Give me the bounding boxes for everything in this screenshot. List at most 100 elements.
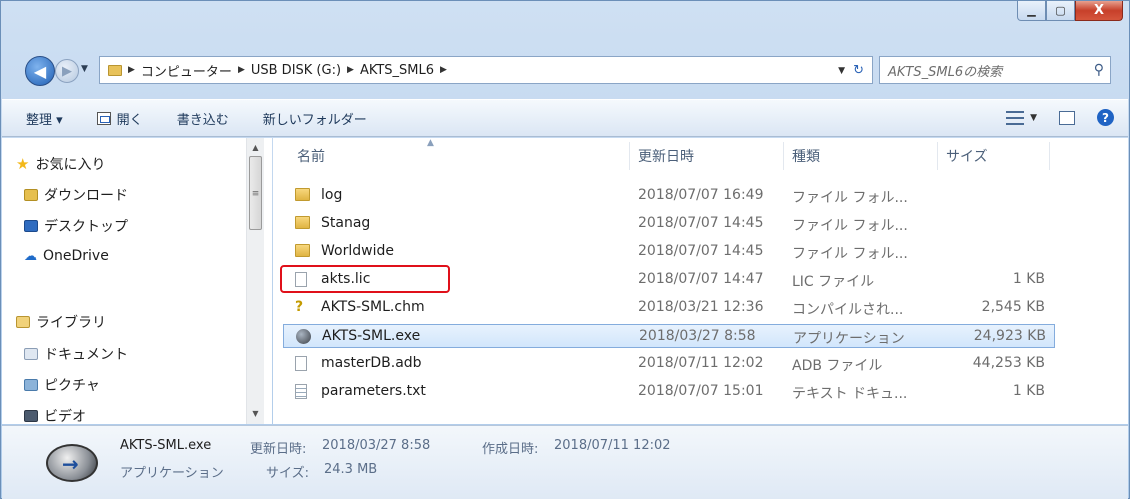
burn-button[interactable]: 書き込む [177, 109, 229, 128]
file-size: 24,923 KB [973, 328, 1046, 344]
table-row[interactable]: masterDB.adb 2018/07/11 12:02 ADB ファイル 4… [283, 352, 1055, 376]
file-name: parameters.txt [321, 383, 426, 399]
column-separator[interactable] [937, 142, 938, 170]
details-pane: AKTS-SML.exe アプリケーション 更新日時: 2018/03/27 8… [2, 425, 1128, 499]
details-size-label: サイズ: [266, 466, 309, 481]
toolbar-right: ▼ ? [1006, 109, 1114, 126]
breadcrumb-separator-icon[interactable]: ▶ [347, 65, 354, 75]
table-row[interactable]: ? AKTS-SML.chm 2018/03/21 12:36 コンパイルされ.… [283, 296, 1055, 320]
recent-pages-chevron-icon[interactable]: ▼ [81, 64, 88, 74]
open-button[interactable]: 開く [96, 109, 143, 128]
column-header-modified[interactable]: 更新日時 [638, 146, 694, 170]
details-size-value: 24.3 MB [324, 462, 378, 477]
address-bar[interactable]: ▶ コンピューター ▶ USB DISK (G:) ▶ AKTS_SML6 ▶ … [99, 56, 873, 84]
view-options-icon [1006, 110, 1025, 125]
forward-arrow-icon[interactable]: ▶ [55, 59, 79, 83]
open-icon [96, 111, 111, 125]
sidebar-item-label: デスクトップ [44, 219, 128, 235]
file-size: 2,545 KB [981, 299, 1045, 315]
table-row[interactable]: Stanag 2018/07/07 14:45 ファイル フォル... [283, 212, 1055, 236]
column-header-type[interactable]: 種類 [792, 146, 820, 170]
file-modified: 2018/07/07 14:47 [638, 271, 764, 287]
breadcrumb-computer[interactable]: コンピューター [141, 61, 232, 80]
sidebar-item-videos[interactable]: ビデオ [24, 406, 86, 426]
column-header-name[interactable]: 名前 [297, 146, 325, 170]
file-name: Worldwide [321, 243, 394, 259]
file-modified: 2018/07/07 15:01 [638, 383, 764, 399]
sidebar-item-label: OneDrive [43, 248, 109, 264]
table-row[interactable]: parameters.txt 2018/07/07 15:01 テキスト ドキュ… [283, 380, 1055, 404]
burn-label: 書き込む [176, 112, 229, 128]
search-placeholder: AKTS_SML6の検索 [888, 64, 1003, 80]
minimize-icon[interactable]: ▁ [1017, 1, 1046, 21]
scroll-up-icon[interactable]: ▲ [247, 140, 264, 156]
sidebar-item-pictures[interactable]: ピクチャ [24, 375, 100, 395]
file-name: log [321, 187, 343, 203]
documents-icon [24, 348, 38, 360]
new-folder-button[interactable]: 新しいフォルダー [263, 109, 367, 128]
details-created-label: 作成日時: [482, 442, 539, 457]
sidebar-item-desktop[interactable]: デスクトップ [24, 216, 128, 236]
search-icon[interactable]: ⚲ [1094, 62, 1104, 78]
address-row: ◀ ▶ ▼ ▶ コンピューター ▶ USB DISK (G:) ▶ AKTS_S… [11, 53, 1119, 87]
sidebar-item-documents[interactable]: ドキュメント [24, 344, 128, 364]
application-large-icon [46, 444, 98, 482]
details-modified-label: 更新日時: [250, 442, 307, 457]
refresh-icon[interactable]: ↻ [853, 63, 864, 78]
table-row[interactable]: akts.lic 2018/07/07 14:47 LIC ファイル 1 KB [280, 265, 1055, 293]
sidebar-item-label: お気に入り [35, 157, 106, 173]
details-filename: AKTS-SML.exe [120, 438, 212, 453]
breadcrumb-separator-icon[interactable]: ▶ [238, 65, 245, 75]
maximize-icon[interactable]: ▢ [1046, 1, 1075, 21]
table-row-selected[interactable]: AKTS-SML.exe 2018/03/27 8:58 アプリケーション 24… [283, 324, 1055, 348]
file-size: 44,253 KB [972, 355, 1045, 371]
caption-buttons: ▁ ▢ X [1017, 1, 1123, 21]
file-modified: 2018/07/07 16:49 [638, 187, 764, 203]
close-button[interactable]: X [1075, 1, 1123, 21]
cloud-icon: ☁ [24, 248, 37, 264]
file-name: masterDB.adb [321, 355, 422, 371]
file-modified: 2018/07/11 12:02 [638, 355, 764, 371]
table-row[interactable]: log 2018/07/07 16:49 ファイル フォル... [283, 184, 1055, 208]
address-controls: ▼ ↻ [838, 63, 864, 78]
pictures-icon [24, 379, 38, 391]
breadcrumb-separator-icon[interactable]: ▶ [440, 65, 447, 75]
search-input[interactable]: AKTS_SML6の検索 ⚲ [879, 56, 1111, 84]
breadcrumb-usb-disk[interactable]: USB DISK (G:) [251, 63, 341, 78]
organize-button[interactable]: 整理 ▾ [26, 109, 63, 128]
sidebar-item-label: ドキュメント [44, 347, 128, 363]
open-label: 開く [116, 112, 143, 128]
breadcrumb-akts-sml6[interactable]: AKTS_SML6 [360, 63, 434, 78]
change-view-button[interactable]: ▼ [1006, 110, 1037, 125]
folder-icon [295, 216, 310, 229]
preview-pane-icon[interactable] [1059, 110, 1075, 125]
file-modified: 2018/03/21 12:36 [638, 299, 764, 315]
organize-label: 整理 ▾ [26, 112, 63, 128]
file-type: テキスト ドキュ... [792, 386, 908, 402]
file-type: ADB ファイル [792, 358, 883, 374]
view-chevron-icon: ▼ [1030, 112, 1037, 123]
document-icon [295, 272, 307, 287]
column-header-size[interactable]: サイズ [946, 146, 988, 170]
nav-scrollbar[interactable]: ▲ ≡ ▼ [246, 138, 264, 424]
scroll-down-icon[interactable]: ▼ [247, 406, 264, 422]
column-separator[interactable] [783, 142, 784, 170]
breadcrumb-separator-icon[interactable]: ▶ [128, 65, 135, 75]
library-icon [16, 316, 30, 328]
back-arrow-icon[interactable]: ◀ [25, 56, 55, 86]
help-icon[interactable]: ? [1097, 109, 1114, 126]
file-size: 1 KB [1012, 271, 1045, 287]
command-bar: 整理 ▾ 開く 書き込む 新しいフォルダー ▼ ? [2, 99, 1128, 137]
address-dropdown-chevron-icon[interactable]: ▼ [838, 66, 845, 76]
folder-icon [295, 188, 310, 201]
file-type: アプリケーション [793, 331, 905, 347]
sidebar-item-favorites[interactable]: ★ お気に入り [16, 154, 105, 174]
column-separator[interactable] [629, 142, 630, 170]
sidebar-item-downloads[interactable]: ダウンロード [24, 185, 128, 205]
details-modified-value: 2018/03/27 8:58 [322, 438, 431, 453]
table-row[interactable]: Worldwide 2018/07/07 14:45 ファイル フォル... [283, 240, 1055, 264]
scroll-thumb[interactable]: ≡ [249, 156, 262, 230]
column-separator[interactable] [1049, 142, 1050, 170]
sidebar-item-libraries[interactable]: ライブラリ [16, 312, 106, 332]
sidebar-item-onedrive[interactable]: ☁ OneDrive [24, 248, 109, 264]
